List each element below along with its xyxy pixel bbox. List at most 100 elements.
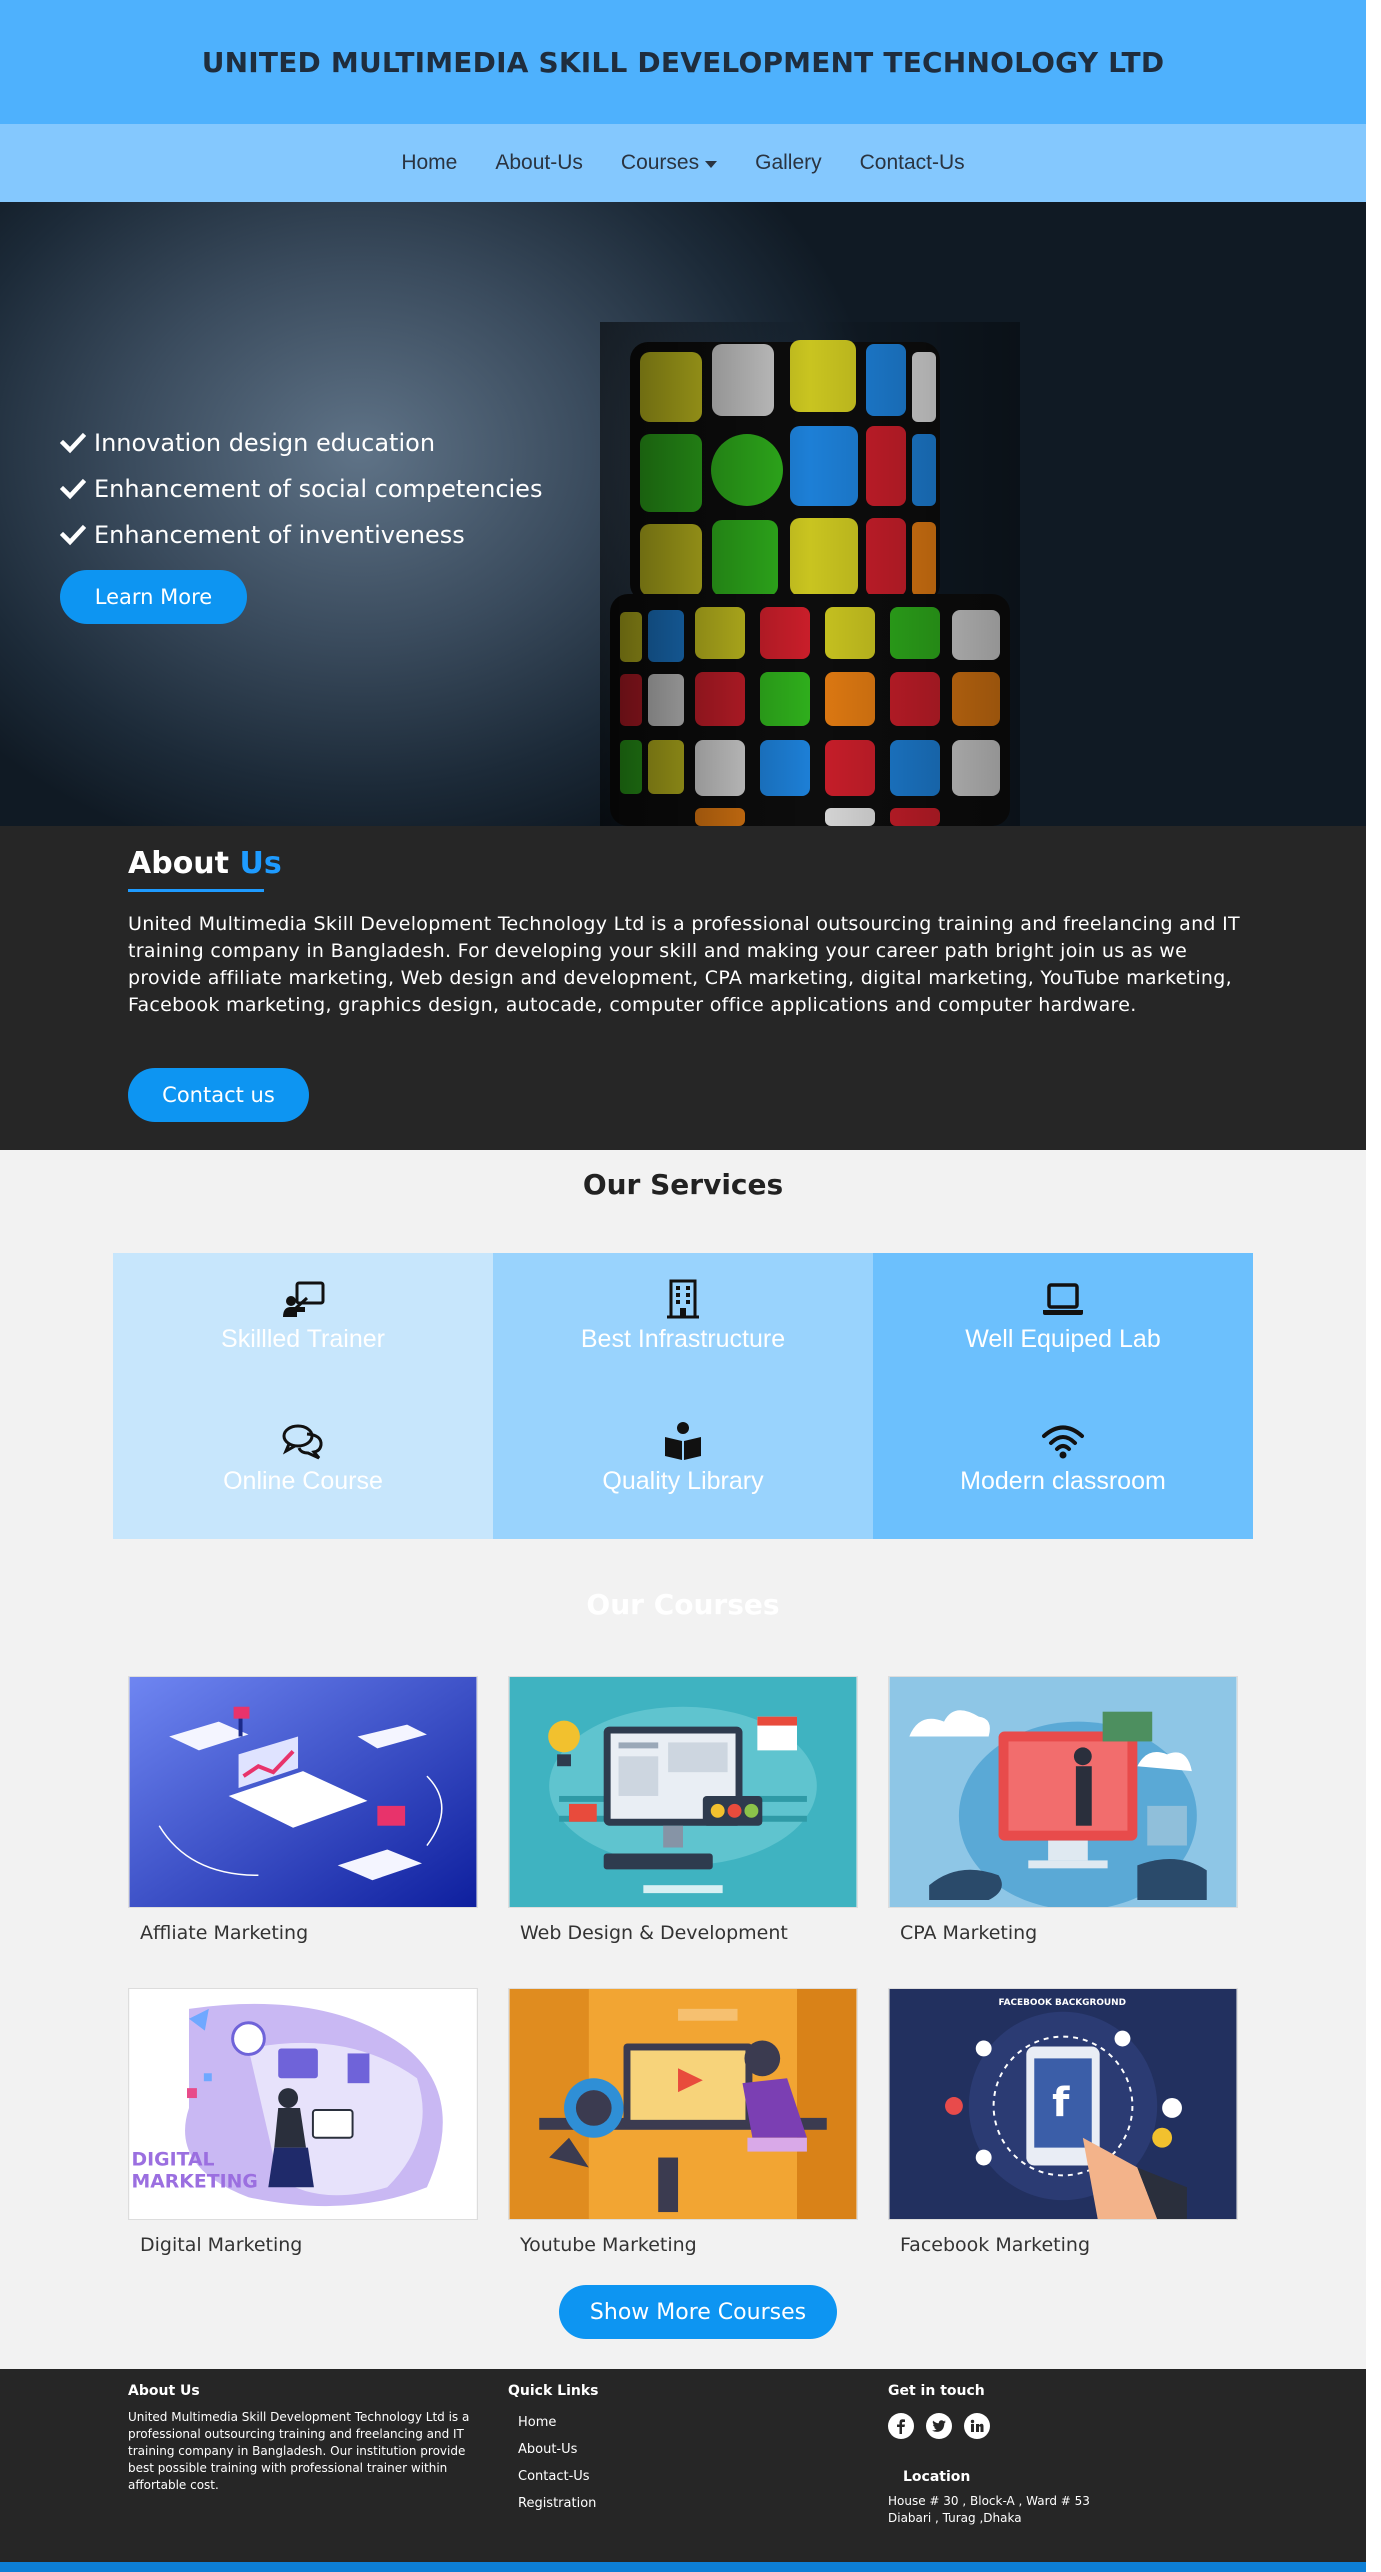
laptop-icon: [1043, 1283, 1083, 1315]
cpa-marketing-image: [888, 1676, 1238, 1908]
about-heading-plain: About: [128, 846, 230, 881]
hero-feature-item: Innovation design education: [60, 420, 542, 466]
footer-contact-heading: Get in touch: [888, 2383, 985, 2399]
services-column: Best Infrastructure Quality Library: [493, 1253, 873, 1539]
course-card[interactable]: f FACEBOOK BACKGROUND Facebook Marketing: [888, 1988, 1238, 2278]
check-icon: [60, 432, 86, 454]
main-nav: Home About-Us Courses Gallery Contact-Us: [0, 124, 1366, 202]
service-label: Skillled Trainer: [221, 1325, 385, 1353]
hero-feature-item: Enhancement of inventiveness: [60, 512, 542, 558]
nav-item-contact-us[interactable]: Contact-Us: [841, 151, 984, 175]
footer-about-text: United Multimedia Skill Development Tech…: [128, 2410, 470, 2492]
twitter-icon[interactable]: [926, 2413, 952, 2439]
service-item: Online Course: [113, 1421, 493, 1496]
facebook-marketing-image: f FACEBOOK BACKGROUND: [888, 1988, 1238, 2220]
footer-location-heading: Location: [903, 2469, 971, 2485]
nav-item-courses[interactable]: Courses: [602, 151, 736, 175]
hero-banner: Innovation design education Enhancement …: [0, 202, 1366, 826]
web-design-image: [508, 1676, 858, 1908]
footer-address-line1: House # 30 , Block-A , Ward # 53: [888, 2494, 1090, 2508]
service-label: Best Infrastructure: [580, 1325, 786, 1353]
trainer-icon: [283, 1281, 325, 1317]
learn-more-button[interactable]: Learn More: [60, 570, 247, 624]
services-column: Skillled Trainer Online Course: [113, 1253, 493, 1539]
footer-contact: Get in touch Location House # 30 , Block…: [888, 2383, 1090, 2527]
footer-quick-links: Quick Links Home About-Us Contact-Us Reg…: [508, 2383, 598, 2517]
course-card[interactable]: CPA Marketing: [888, 1676, 1238, 1966]
about-description: United Multimedia Skill Development Tech…: [128, 913, 1240, 1016]
course-card[interactable]: Web Design & Development: [508, 1676, 858, 1966]
courses-heading: Our Courses: [586, 1588, 780, 1621]
course-name: Facebook Marketing: [900, 2234, 1091, 2256]
service-item: Best Infrastructure: [493, 1279, 873, 1354]
page: UNITED MULTIMEDIA SKILL DEVELOPMENT TECH…: [0, 0, 1366, 2572]
hero-feature-text: Enhancement of inventiveness: [94, 521, 465, 549]
service-item: Modern classroom: [873, 1421, 1253, 1496]
services-grid: Skillled Trainer Online Course Best Infr…: [113, 1253, 1253, 1539]
svg-text:f: f: [1052, 2080, 1070, 2126]
course-name: Affliate Marketing: [140, 1922, 309, 1944]
nav-item-label: About-Us: [495, 151, 583, 174]
rubiks-cube-image: [600, 322, 1020, 826]
service-item: Quality Library: [493, 1421, 873, 1496]
hero-feature-text: Innovation design education: [94, 429, 436, 457]
service-label: Online Course: [223, 1467, 383, 1495]
footer-address-line2: Diabari , Turag ,Dhaka: [888, 2511, 1022, 2525]
course-name: Web Design & Development: [520, 1922, 788, 1944]
nav-item-about-us[interactable]: About-Us: [476, 151, 602, 175]
course-card[interactable]: Affliate Marketing: [128, 1676, 478, 1966]
about-heading-accent: Us: [239, 846, 282, 881]
digital-marketing-image: DIGITAL MARKETING: [128, 1988, 478, 2220]
svg-text:FACEBOOK BACKGROUND: FACEBOOK BACKGROUND: [999, 1998, 1126, 2008]
nav-item-label: Home: [401, 151, 458, 174]
course-card[interactable]: Youtube Marketing: [508, 1988, 858, 2278]
building-icon: [667, 1279, 699, 1319]
svg-text:DIGITAL: DIGITAL: [131, 2149, 214, 2170]
check-icon: [60, 478, 86, 500]
course-card[interactable]: DIGITAL MARKETING Digital Marketing: [128, 1988, 478, 2278]
hero-feature-item: Enhancement of social competencies: [60, 466, 542, 512]
contact-us-button[interactable]: Contact us: [128, 1068, 309, 1122]
book-reader-icon: [665, 1422, 701, 1460]
footer-about-heading: About Us: [128, 2383, 200, 2399]
service-item: Well Equiped Lab: [873, 1279, 1253, 1354]
nav-item-label: Courses: [620, 151, 700, 174]
course-name: CPA Marketing: [900, 1922, 1038, 1944]
nav-item-gallery[interactable]: Gallery: [736, 151, 841, 175]
svg-text:MARKETING: MARKETING: [131, 2171, 257, 2192]
linkedin-icon[interactable]: [964, 2413, 990, 2439]
facebook-icon[interactable]: [888, 2413, 914, 2439]
check-icon: [60, 524, 86, 546]
footer-link-registration[interactable]: Registration: [518, 2490, 598, 2517]
linkedin-glyph-icon: [970, 2419, 984, 2432]
footer-bottom-bar: [0, 2562, 1366, 2572]
chat-icon: [282, 1424, 323, 1460]
footer-link-contact-us[interactable]: Contact-Us: [518, 2463, 598, 2490]
services-heading: Our Services: [582, 1168, 784, 1201]
service-label: Well Equiped Lab: [965, 1325, 1161, 1353]
nav-item-label: Contact-Us: [859, 151, 965, 174]
site-header: UNITED MULTIMEDIA SKILL DEVELOPMENT TECH…: [0, 0, 1366, 124]
hero-feature-list: Innovation design education Enhancement …: [60, 420, 542, 558]
heading-underline: [128, 889, 264, 892]
nav-item-home[interactable]: Home: [382, 151, 476, 175]
social-links: [888, 2413, 1090, 2439]
services-column: Well Equiped Lab Modern classroom: [873, 1253, 1253, 1539]
youtube-marketing-image: [508, 1988, 858, 2220]
affiliate-marketing-image: [128, 1676, 478, 1908]
footer-links-list: Home About-Us Contact-Us Registration: [508, 2409, 598, 2517]
footer-links-heading: Quick Links: [508, 2383, 599, 2399]
about-section: About Us United Multimedia Skill Develop…: [0, 826, 1366, 1150]
facebook-glyph-icon: [897, 2419, 905, 2434]
footer-about: About Us United Multimedia Skill Develop…: [128, 2383, 488, 2494]
caret-down-icon: [705, 160, 718, 168]
show-more-courses-button[interactable]: Show More Courses: [559, 2285, 837, 2339]
course-name: Youtube Marketing: [520, 2234, 697, 2256]
service-item: Skillled Trainer: [113, 1279, 493, 1354]
course-name: Digital Marketing: [140, 2234, 303, 2256]
footer-link-about-us[interactable]: About-Us: [518, 2436, 598, 2463]
service-label: Quality Library: [602, 1467, 764, 1495]
footer-link-home[interactable]: Home: [518, 2409, 598, 2436]
hero-feature-text: Enhancement of social competencies: [94, 475, 543, 503]
wifi-icon: [1042, 1425, 1084, 1459]
